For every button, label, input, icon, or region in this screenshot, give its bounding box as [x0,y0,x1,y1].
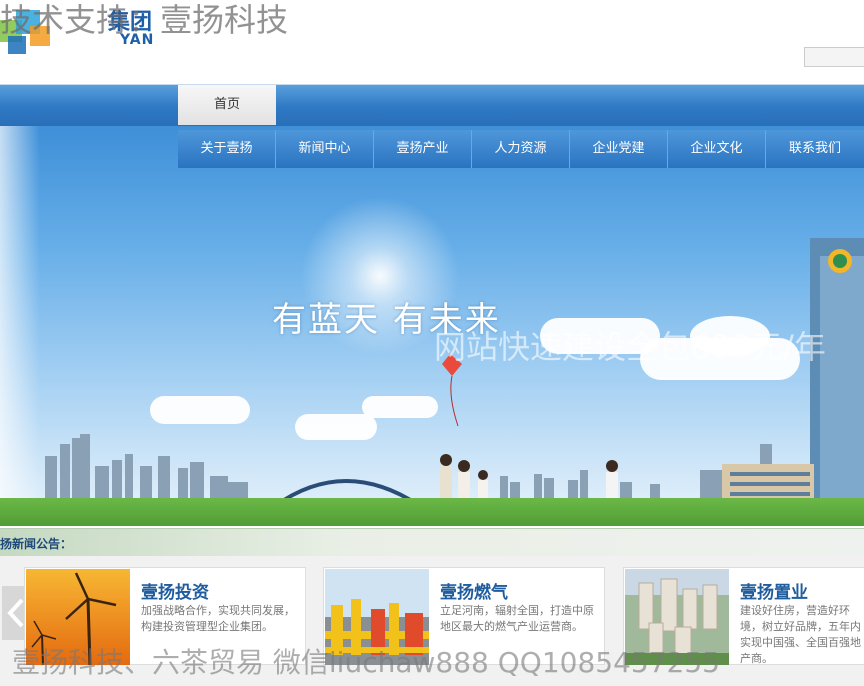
card-description: 立足河南，辐射全国，打造中原地区最大的燃气产业运营商。 [440,604,594,633]
news-label: 扬新闻公告： [0,537,73,551]
top-nav-bar: 首页 [0,84,864,126]
card-title: 壹扬置业 [740,583,808,603]
bottom-watermark: 壹扬科技、六茶贸易 微信liuchaw888 QQ1085457255 [12,646,720,679]
menu-culture[interactable]: 企业文化 [668,130,766,168]
card-title: 壹扬投资 [141,583,209,603]
chevron-left-icon [7,598,24,628]
hero-banner: 有蓝天 有未来 网站快速建设全包600元/年 [0,126,864,526]
middle-watermark: 网站快速建设全包600元/年 [434,328,826,366]
menu-news[interactable]: 新闻中心 [276,130,374,168]
main-menu: 关于壹扬 新闻中心 壹扬产业 人力资源 企业党建 企业文化 联系我们 [178,130,864,168]
site-header: 集团 YAN 技术支持：壹扬科技 [0,0,864,84]
family-figures [440,454,618,502]
menu-contact[interactable]: 联系我们 [766,130,864,168]
grass-field [0,498,864,526]
card-title: 壹扬燃气 [440,583,508,603]
nav-home-tab[interactable]: 首页 [178,85,276,125]
top-watermark: 技术支持：壹扬科技 [0,1,289,39]
menu-party[interactable]: 企业党建 [570,130,668,168]
menu-about[interactable]: 关于壹扬 [178,130,276,168]
menu-industry[interactable]: 壹扬产业 [374,130,472,168]
card-description: 建设好住房，营造好环境，树立好品牌，五年内实现中国强、全国百强地产商。 [740,604,861,665]
office-tower [810,238,864,508]
card-description: 加强战略合作，实现共同发展，构建投资管理型企业集团。 [141,604,295,633]
search-input[interactable] [804,47,864,67]
news-bar: 扬新闻公告： [0,528,864,556]
menu-hr[interactable]: 人力资源 [472,130,570,168]
